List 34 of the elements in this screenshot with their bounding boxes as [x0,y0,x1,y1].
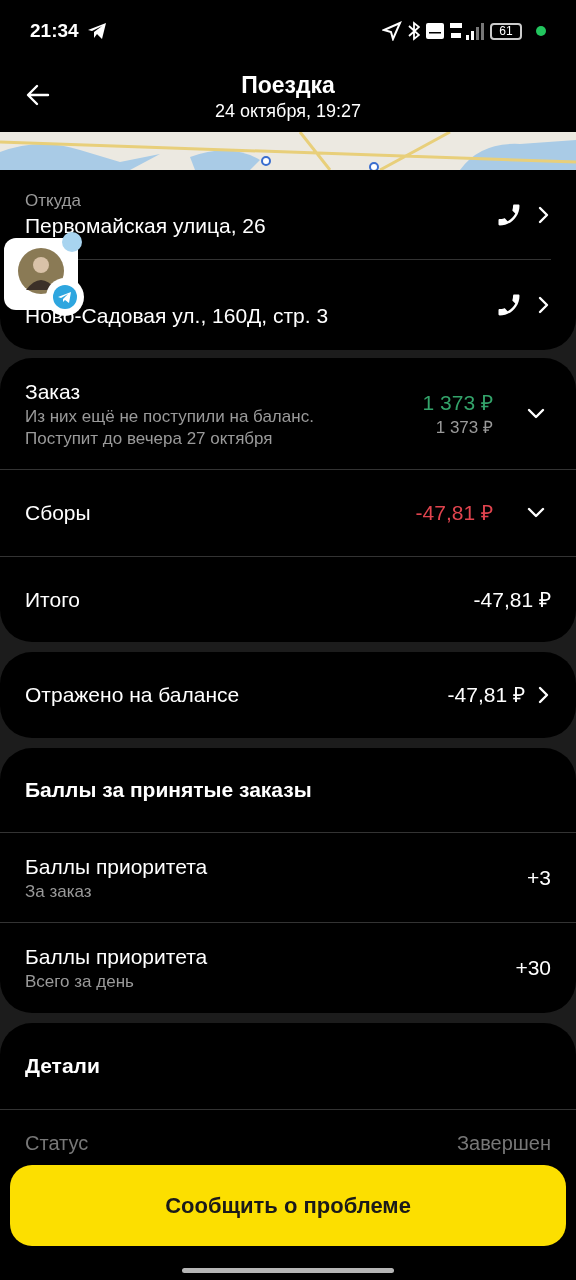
amount-text: -47,81 ₽ [447,682,525,709]
row-note: За заказ [25,880,93,903]
address-text: Первомайская улица, 26 [25,212,266,239]
bluetooth-icon [408,21,420,41]
row-note: Всего за день [25,971,135,993]
amount-text: -47,81 ₽ [415,500,493,526]
row-label: Заказ [25,378,82,405]
chevron-down-icon[interactable] [527,507,545,519]
amount-secondary: 1 373 ₽ [435,416,493,439]
balance-row[interactable]: Отражено на балансе -47,81 ₽ [0,652,576,738]
row-note: Из них ещё не поступили на баланс. Поступит до вечера 27 октября [25,405,314,450]
amount-text: -47,81 ₽ [473,586,551,613]
chevron-down-icon[interactable] [527,407,545,420]
chevron-right-icon[interactable] [537,205,551,224]
back-button[interactable] [26,84,50,106]
chevron-right-icon[interactable] [537,296,551,314]
trip-date: 24 октября, 19:27 [215,100,361,123]
amount-text: 1 373 ₽ [422,389,493,416]
screen-title: Поездка [241,71,335,99]
clock-time: 21:34 [30,18,79,43]
section-title: Детали [25,1053,100,1080]
row-label: Итого [25,586,81,613]
section-title: Баллы за принятые заказы [25,777,312,804]
points-value: +3 [527,864,551,891]
battery-indicator: 61 [490,22,522,40]
address-label: Откуда [25,189,82,212]
points-value: +30 [515,955,551,982]
chevron-right-icon [537,686,551,704]
report-problem-button[interactable]: Сообщить о проблеме [10,1165,566,1246]
paper-plane-icon [86,22,107,40]
location-arrow-icon [382,21,402,41]
row-label: Баллы приоритета [25,944,208,970]
row-label: Сборы [25,500,91,526]
row-label: Баллы приоритета [25,853,208,880]
